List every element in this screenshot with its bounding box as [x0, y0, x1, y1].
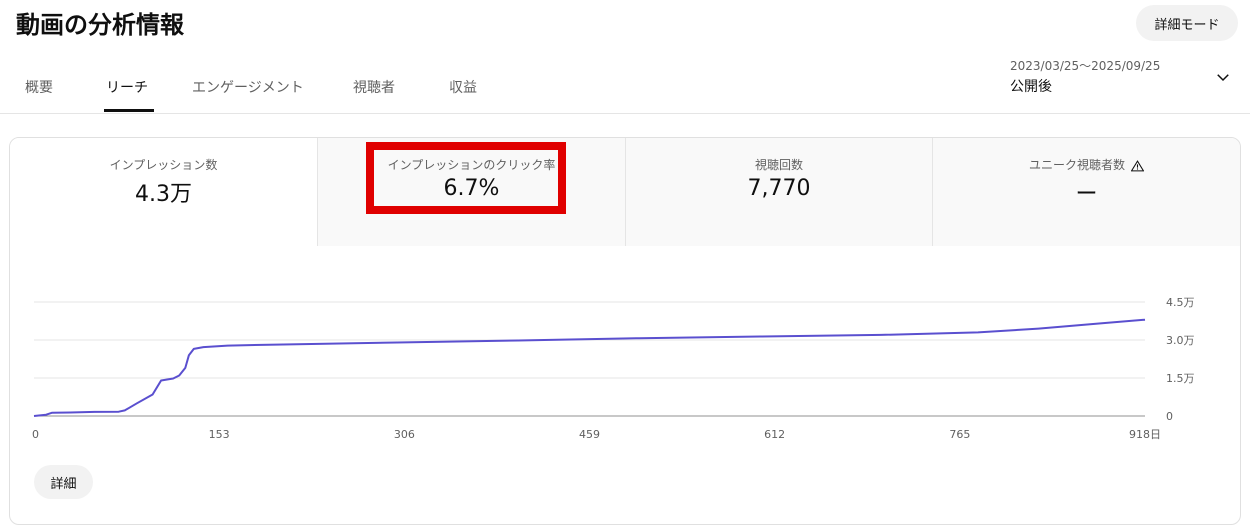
tab-audience[interactable]: 視聴者: [353, 78, 395, 98]
chevron-down-icon[interactable]: [1214, 68, 1232, 86]
tab-overview[interactable]: 概要: [25, 78, 53, 98]
x-tick-label: 918日: [1129, 428, 1161, 441]
y-tick-label: 0: [1166, 410, 1173, 423]
metric-impressions[interactable]: インプレッション数 4.3万: [10, 138, 317, 246]
metric-label: インプレッション数: [109, 158, 218, 172]
x-tick-label: 765: [949, 428, 970, 441]
detail-mode-button[interactable]: 詳細モード: [1136, 5, 1238, 41]
metric-label-text: ユニーク視聴者数: [1028, 158, 1125, 172]
warning-icon[interactable]: [1131, 159, 1144, 172]
tab-reach[interactable]: リーチ: [106, 78, 148, 98]
highlight-box: [366, 142, 566, 214]
page-title: 動画の分析情報: [16, 11, 184, 39]
metric-label: ユニーク視聴者数: [933, 156, 1240, 173]
y-tick-label: 3.0万: [1166, 334, 1195, 347]
metric-views[interactable]: 視聴回数 7,770: [625, 138, 932, 246]
tab-revenue[interactable]: 収益: [449, 78, 477, 98]
metric-label: 視聴回数: [754, 158, 803, 172]
reach-card: インプレッション数 4.3万 インプレッションのクリック率 6.7% 視聴回数 …: [9, 137, 1241, 525]
details-button[interactable]: 詳細: [34, 465, 93, 499]
metric-value: ー: [1075, 182, 1098, 207]
series-line: [33, 318, 1146, 417]
date-range-label[interactable]: 公開後: [1010, 76, 1052, 96]
metric-value: 7,770: [747, 176, 811, 201]
x-tick-label: 0: [32, 428, 39, 441]
y-tick-label: 1.5万: [1166, 372, 1195, 385]
tab-engagement[interactable]: エンゲージメント: [192, 78, 304, 98]
date-range[interactable]: 2023/03/25～2025/09/25: [1010, 57, 1160, 74]
metric-unique-viewers[interactable]: ユニーク視聴者数 ー: [932, 138, 1240, 246]
x-tick-label: 459: [579, 428, 600, 441]
active-tab-indicator: [104, 109, 154, 112]
x-tick-label: 306: [394, 428, 415, 441]
metric-value: 4.3万: [135, 182, 192, 207]
y-tick-label: 4.5万: [1166, 296, 1195, 309]
impressions-chart[interactable]: 0 1.5万 3.0万 4.5万 0 153 306 459 612 765 918日: [10, 246, 1240, 456]
x-tick-label: 153: [209, 428, 230, 441]
x-tick-label: 612: [764, 428, 785, 441]
